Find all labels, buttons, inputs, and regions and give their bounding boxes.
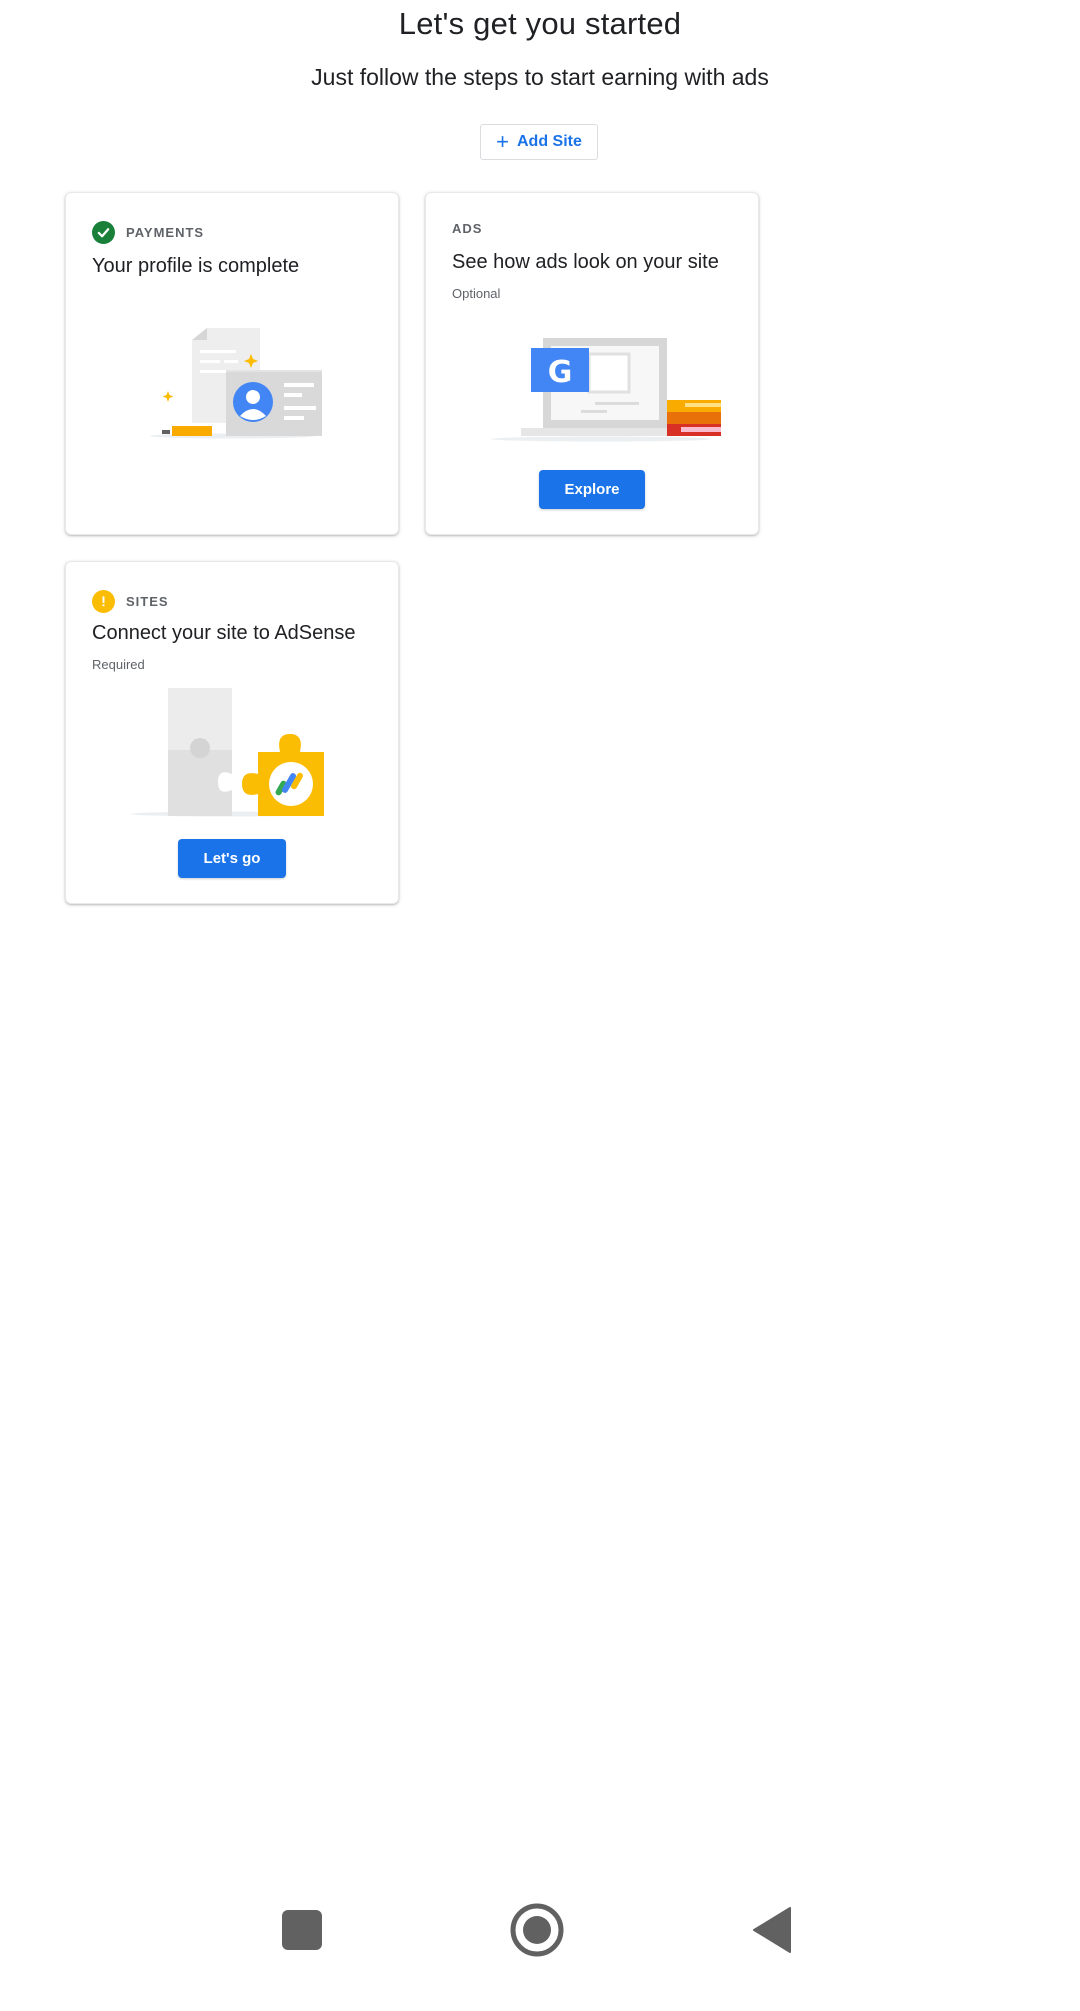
card-note: Optional (452, 286, 501, 301)
square-recents-icon[interactable] (282, 1910, 322, 1950)
add-site-button[interactable]: + Add Site (480, 124, 598, 160)
triangle-back-icon[interactable] (752, 1906, 792, 1954)
lets-go-button[interactable]: Let's go (178, 839, 286, 878)
card-title: See how ads look on your site (452, 251, 719, 273)
card-title: Your profile is complete (92, 255, 300, 277)
card-header: ADS (452, 221, 482, 236)
laptop-google-illustration: G (481, 336, 731, 451)
payments-card: PAYMENTS Your profile is complete (65, 192, 399, 535)
exclamation-circle-icon (92, 590, 115, 613)
card-category-label: SITES (126, 594, 169, 609)
check-circle-icon (92, 221, 115, 244)
sites-card: SITES Connect your site to AdSense Requi… (65, 561, 399, 904)
card-header: PAYMENTS (92, 221, 204, 244)
add-site-label: Add Site (516, 133, 582, 150)
ads-card: ADS See how ads look on your site Option… (425, 192, 759, 535)
puzzle-adsense-illustration (126, 686, 336, 826)
card-category-label: ADS (452, 221, 483, 236)
page-title: Let's get you started (398, 6, 682, 41)
explore-button[interactable]: Explore (539, 470, 645, 509)
circle-home-icon[interactable] (510, 1903, 564, 1957)
card-header: SITES (92, 590, 169, 613)
page-subtitle: Just follow the steps to start earning w… (311, 64, 769, 90)
svg-text:G: G (548, 355, 573, 390)
card-note: Required (92, 657, 145, 672)
card-category-label: PAYMENTS (126, 225, 205, 240)
plus-icon: + (496, 129, 509, 154)
profile-card-illustration (142, 328, 332, 448)
navigation-bar (0, 1900, 1080, 2011)
card-title: Connect your site to AdSense (92, 622, 356, 644)
